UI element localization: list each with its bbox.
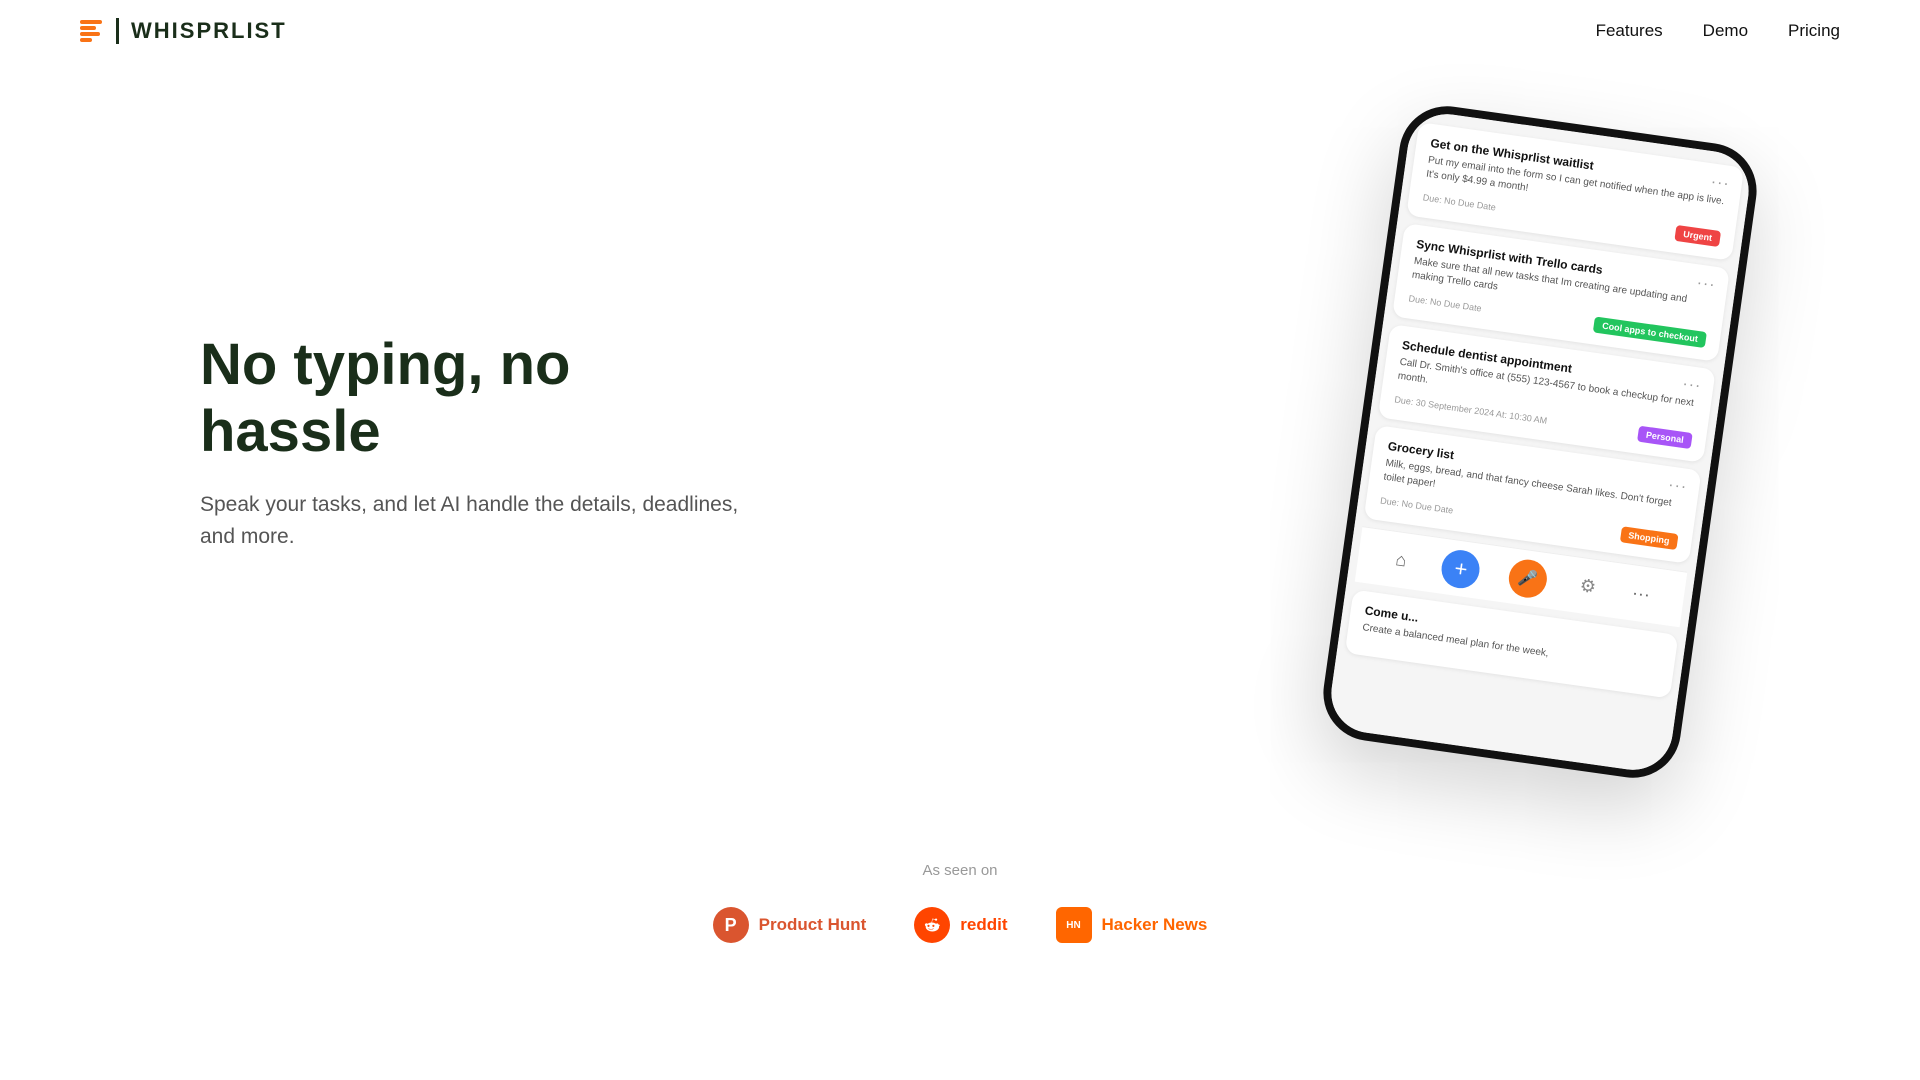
- phone-screen: ··· Get on the Whisprlist waitlist Put m…: [1326, 109, 1753, 775]
- task-menu-1[interactable]: ···: [1710, 173, 1731, 193]
- hero-title: No typing, no hassle: [200, 332, 760, 465]
- logo-separator: [116, 18, 119, 44]
- hero-section: No typing, no hassle Speak your tasks, a…: [0, 62, 1920, 802]
- brand-logos: P Product Hunt reddit HN Hacker News: [0, 907, 1920, 943]
- nav-demo[interactable]: Demo: [1703, 21, 1748, 40]
- as-seen-section: As seen on P Product Hunt reddit HN Hack…: [0, 802, 1920, 983]
- add-button[interactable]: +: [1440, 547, 1483, 590]
- brand-reddit[interactable]: reddit: [914, 907, 1007, 943]
- task-tag-1: Urgent: [1674, 225, 1721, 247]
- nav-features[interactable]: Features: [1596, 21, 1663, 40]
- task-due-2: Due: No Due Date: [1408, 293, 1482, 313]
- logo-icon: [80, 20, 102, 42]
- task-due-1: Due: No Due Date: [1422, 192, 1496, 212]
- product-hunt-label: Product Hunt: [759, 915, 867, 935]
- task-tag-3: Personal: [1637, 426, 1693, 449]
- hacker-news-label: Hacker News: [1102, 915, 1208, 935]
- task-menu-2[interactable]: ···: [1695, 274, 1716, 294]
- task-menu-4[interactable]: ···: [1667, 476, 1688, 496]
- brand-product-hunt[interactable]: P Product Hunt: [713, 907, 867, 943]
- settings-icon[interactable]: ⚙: [1574, 573, 1601, 600]
- nav-pricing[interactable]: Pricing: [1788, 21, 1840, 40]
- logo[interactable]: WHISPRLIST: [80, 18, 287, 44]
- phone-shell: ··· Get on the Whisprlist waitlist Put m…: [1317, 100, 1763, 784]
- reddit-icon: [914, 907, 950, 943]
- home-icon[interactable]: ⌂: [1387, 547, 1414, 574]
- phone-mockup: ··· Get on the Whisprlist waitlist Put m…: [1317, 100, 1763, 784]
- nav-links: Features Demo Pricing: [1596, 21, 1840, 41]
- task-tag-4: Shopping: [1619, 526, 1678, 550]
- hero-text-block: No typing, no hassle Speak your tasks, a…: [200, 332, 760, 552]
- as-seen-label: As seen on: [0, 862, 1920, 879]
- product-hunt-icon: P: [713, 907, 749, 943]
- brand-hacker-news[interactable]: HN Hacker News: [1056, 907, 1208, 943]
- hero-subtitle: Speak your tasks, and let AI handle the …: [200, 489, 760, 552]
- task-menu-3[interactable]: ···: [1681, 375, 1702, 395]
- task-due-4: Due: No Due Date: [1380, 495, 1454, 515]
- reddit-label: reddit: [960, 915, 1007, 935]
- hacker-news-icon: HN: [1056, 907, 1092, 943]
- more-icon[interactable]: ···: [1627, 580, 1654, 607]
- logo-text: WHISPRLIST: [131, 18, 287, 44]
- navbar: WHISPRLIST Features Demo Pricing: [0, 0, 1920, 62]
- mic-button[interactable]: 🎤: [1506, 557, 1549, 600]
